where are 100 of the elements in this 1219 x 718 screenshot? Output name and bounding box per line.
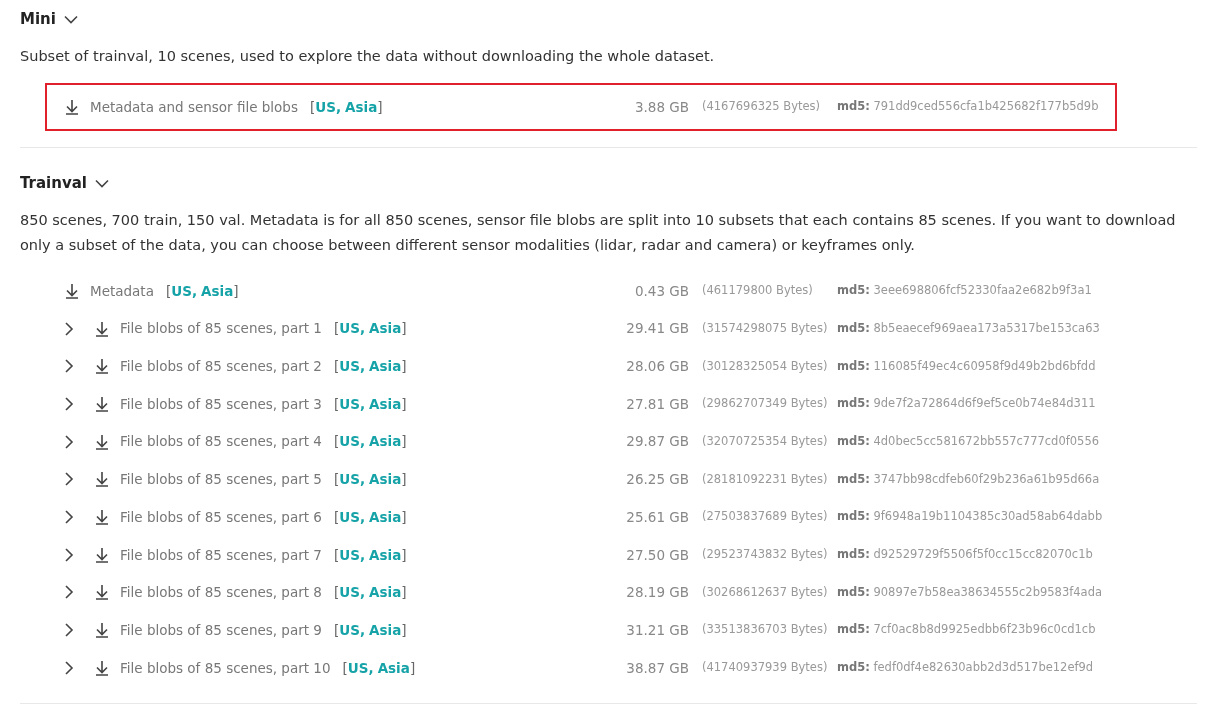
md5-hash: md5: 4d0bec5cc581672bb557c777cd0f0556 bbox=[837, 432, 1101, 450]
punctuation-text: [ bbox=[333, 507, 340, 527]
punctuation-text: ] bbox=[401, 620, 407, 640]
region-link[interactable]: US bbox=[339, 582, 360, 603]
region-link[interactable]: Asia bbox=[369, 544, 402, 565]
punctuation-text: [ bbox=[333, 357, 340, 377]
byte-count: (32070725354 Bytes) bbox=[701, 432, 829, 450]
md5-hash: md5: 3eee698806fcf52330faa2e682b9f3a1 bbox=[837, 282, 1093, 300]
region-link[interactable]: US bbox=[339, 619, 360, 641]
punctuation-text: ] bbox=[401, 583, 407, 603]
region-link[interactable]: Asia bbox=[369, 582, 402, 603]
md5-hash: md5: 9de7f2a72864d6f9ef5ce0b74e84d311 bbox=[837, 395, 1097, 413]
punctuation-text: , bbox=[359, 620, 366, 640]
region-link[interactable]: Asia bbox=[369, 506, 402, 528]
file-name: File blobs of 85 scenes, part 10 bbox=[120, 658, 331, 678]
expand-chevron-icon[interactable] bbox=[64, 321, 74, 336]
expand-chevron-icon[interactable] bbox=[64, 434, 74, 449]
expand-chevron-icon[interactable] bbox=[64, 472, 74, 487]
md5-hash: md5: 90897e7b58ea38634555c2b9583f4ada bbox=[837, 583, 1103, 601]
download-icon[interactable] bbox=[94, 433, 110, 450]
punctuation-text: [ bbox=[333, 583, 340, 603]
download-icon[interactable] bbox=[64, 99, 80, 115]
punctuation-text: , bbox=[359, 394, 366, 414]
punctuation-text: [ bbox=[333, 545, 340, 565]
region-link[interactable]: US bbox=[171, 280, 192, 301]
chevron-icon[interactable] bbox=[63, 14, 78, 24]
expand-chevron-icon[interactable] bbox=[64, 585, 74, 600]
region-link[interactable]: US bbox=[339, 506, 360, 528]
md5-hash: md5: 7cf0ac8b8d9925edbb6f23b96c0cd1cb bbox=[837, 621, 1097, 639]
region-link[interactable]: US bbox=[339, 393, 360, 415]
download-icon[interactable] bbox=[94, 320, 110, 337]
download-icon[interactable] bbox=[94, 584, 110, 601]
punctuation-text: , bbox=[359, 319, 366, 339]
download-icon[interactable] bbox=[94, 546, 110, 563]
file-name: File blobs of 85 scenes, part 3 bbox=[120, 394, 322, 414]
byte-count: (27503837689 Bytes) bbox=[701, 508, 829, 526]
file-size: 27.81 GB bbox=[625, 394, 689, 414]
region-link[interactable]: Asia bbox=[369, 431, 402, 452]
byte-count: (33513836703 Bytes) bbox=[701, 621, 829, 639]
region-link[interactable]: Asia bbox=[201, 280, 234, 301]
region-link[interactable]: Asia bbox=[369, 356, 402, 377]
region-link[interactable]: Asia bbox=[369, 619, 402, 641]
punctuation-text: [ bbox=[333, 319, 340, 339]
md5-hash: md5: d92529729f5506f5f0cc15cc82070c1b bbox=[837, 546, 1094, 564]
byte-count: (30268612637 Bytes) bbox=[701, 583, 829, 601]
region-link[interactable]: Asia bbox=[345, 96, 378, 118]
region-link[interactable]: US bbox=[339, 431, 360, 452]
region-link[interactable]: US bbox=[339, 318, 360, 339]
expand-chevron-icon[interactable] bbox=[64, 359, 74, 374]
section-description: Subset of trainval, 10 scenes, used to explore the data without downloading the whole dataset. bbox=[20, 47, 716, 66]
md5-hash: md5: 9f6948a19b1104385c30ad58ab64dabb bbox=[837, 508, 1104, 526]
file-size: 28.19 GB bbox=[625, 583, 689, 603]
region-link[interactable]: US bbox=[339, 544, 360, 565]
region-link[interactable]: Asia bbox=[369, 393, 402, 415]
file-size: 31.21 GB bbox=[625, 620, 689, 640]
file-name: File blobs of 85 scenes, part 8 bbox=[120, 583, 322, 603]
chevron-icon[interactable] bbox=[94, 178, 109, 188]
punctuation-text: ] bbox=[401, 507, 407, 527]
punctuation-text: ] bbox=[409, 658, 416, 678]
region-link[interactable]: US bbox=[339, 356, 360, 377]
download-icon[interactable] bbox=[94, 395, 110, 412]
file-name: Metadata and sensor file blobs bbox=[90, 97, 298, 117]
md5-hash: md5: 3747bb98cdfeb60f29b236a61b95d66a bbox=[837, 470, 1101, 488]
download-icon[interactable] bbox=[94, 471, 110, 488]
section-description: 850 scenes, 700 train, 150 val. Metadata is for all 850 scenes, sensor file blobs are split into 10 subsets that each contains 85 scenes. If you want to download only a subset of the data, you can choose between different sensor modalities (lidar, radar and camera) or keyframes only. bbox=[20, 211, 1177, 255]
punctuation-text: [ bbox=[333, 394, 340, 414]
expand-chevron-icon[interactable] bbox=[64, 396, 74, 411]
punctuation-text: ] bbox=[401, 357, 407, 377]
download-icon[interactable] bbox=[94, 508, 110, 525]
byte-count: (41740937939 Bytes) bbox=[701, 659, 829, 677]
punctuation-text: , bbox=[359, 545, 366, 565]
download-icon[interactable] bbox=[64, 282, 80, 299]
punctuation-text: , bbox=[359, 357, 366, 377]
section-title[interactable]: Trainval bbox=[20, 171, 87, 195]
file-size: 26.25 GB bbox=[625, 470, 689, 490]
file-name: File blobs of 85 scenes, part 9 bbox=[120, 620, 322, 640]
region-link[interactable]: Asia bbox=[369, 318, 402, 339]
byte-count: (30128325054 Bytes) bbox=[701, 357, 829, 375]
file-name: File blobs of 85 scenes, part 6 bbox=[120, 507, 322, 527]
expand-chevron-icon[interactable] bbox=[64, 509, 74, 524]
punctuation-text: , bbox=[191, 281, 198, 301]
file-size: 25.61 GB bbox=[625, 507, 689, 527]
download-icon[interactable] bbox=[94, 659, 110, 676]
expand-chevron-icon[interactable] bbox=[64, 547, 74, 562]
region-link[interactable]: Asia bbox=[369, 469, 402, 490]
byte-count: (461179800 Bytes) bbox=[701, 282, 814, 300]
punctuation-text: [ bbox=[333, 470, 340, 490]
download-icon[interactable] bbox=[94, 358, 110, 375]
expand-chevron-icon[interactable] bbox=[64, 660, 74, 675]
section-title[interactable]: Mini bbox=[20, 7, 56, 31]
file-size: 28.06 GB bbox=[625, 357, 689, 377]
download-icon[interactable] bbox=[94, 622, 110, 639]
region-link[interactable]: US bbox=[339, 469, 360, 490]
punctuation-text: ] bbox=[401, 545, 407, 565]
byte-count: (4167696325 Bytes) bbox=[701, 98, 822, 116]
md5-hash: md5: 791dd9ced556cfa1b425682f177b5d9b bbox=[837, 98, 1100, 116]
region-link[interactable]: US bbox=[315, 96, 336, 118]
expand-chevron-icon[interactable] bbox=[64, 623, 74, 638]
region-link[interactable]: Asia bbox=[377, 657, 410, 678]
region-link[interactable]: US bbox=[347, 657, 369, 678]
